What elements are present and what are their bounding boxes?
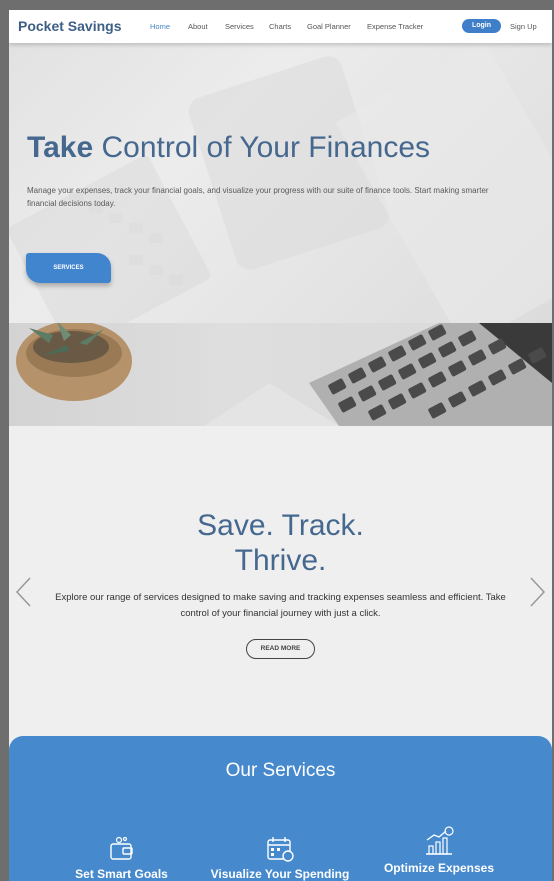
- navbar: Pocket Savings Home About Services Chart…: [9, 10, 552, 43]
- nav-services[interactable]: Services: [225, 22, 254, 31]
- carousel-title-line2: Thrive.: [234, 544, 327, 577]
- chevron-right-icon[interactable]: [527, 576, 547, 608]
- wallet-icon: [109, 836, 133, 860]
- chart-growth-icon: [426, 826, 454, 855]
- service-label-goals: Set Smart Goals: [75, 867, 168, 881]
- hero-description: Manage your expenses, track your financi…: [27, 186, 489, 208]
- services-button[interactable]: SERVICES: [26, 253, 111, 283]
- carousel-title-line1: Save. Track.: [197, 509, 364, 542]
- nav-expense-tracker[interactable]: Expense Tracker: [367, 22, 423, 31]
- hero-title: Take Control of Your Finances: [27, 131, 430, 165]
- service-item-spending[interactable]: Visualize Your Spending: [204, 836, 356, 881]
- desk-photo-strip: [9, 323, 552, 426]
- hero-title-rest: Control of Your Finances: [93, 131, 431, 164]
- service-item-goals[interactable]: Set Smart Goals: [69, 836, 174, 881]
- nav-charts[interactable]: Charts: [269, 22, 291, 31]
- service-item-optimize[interactable]: Optimize Expenses: [379, 826, 499, 875]
- page-frame: Pocket Savings Home About Services Chart…: [9, 10, 552, 881]
- read-more-button[interactable]: READ MORE: [246, 639, 315, 659]
- our-services-section: Our Services Set Smart Goals Visualize Y…: [9, 736, 552, 881]
- service-label-optimize: Optimize Expenses: [383, 861, 495, 875]
- chevron-left-icon[interactable]: [14, 576, 34, 608]
- calendar-money-icon: [267, 837, 294, 862]
- nav-goal-planner[interactable]: Goal Planner: [307, 22, 351, 31]
- hero-title-bold: Take: [27, 131, 94, 164]
- nav-home[interactable]: Home: [150, 22, 170, 31]
- brand-logo[interactable]: Pocket Savings: [18, 18, 122, 34]
- hero-section: Take Control of Your Finances Manage you…: [9, 43, 552, 323]
- nav-about[interactable]: About: [188, 22, 208, 31]
- login-button[interactable]: Login: [462, 19, 501, 33]
- signup-link[interactable]: Sign Up: [510, 22, 537, 31]
- service-label-spending: Visualize Your Spending: [210, 867, 350, 881]
- plant-and-laptop-image: [16, 323, 552, 426]
- carousel-section: Save. Track. Thrive. Explore our range o…: [9, 426, 552, 749]
- our-services-title: Our Services: [225, 760, 336, 781]
- carousel-description: Explore our range of services designed t…: [55, 592, 506, 619]
- carousel-title: Save. Track. Thrive.: [9, 508, 552, 578]
